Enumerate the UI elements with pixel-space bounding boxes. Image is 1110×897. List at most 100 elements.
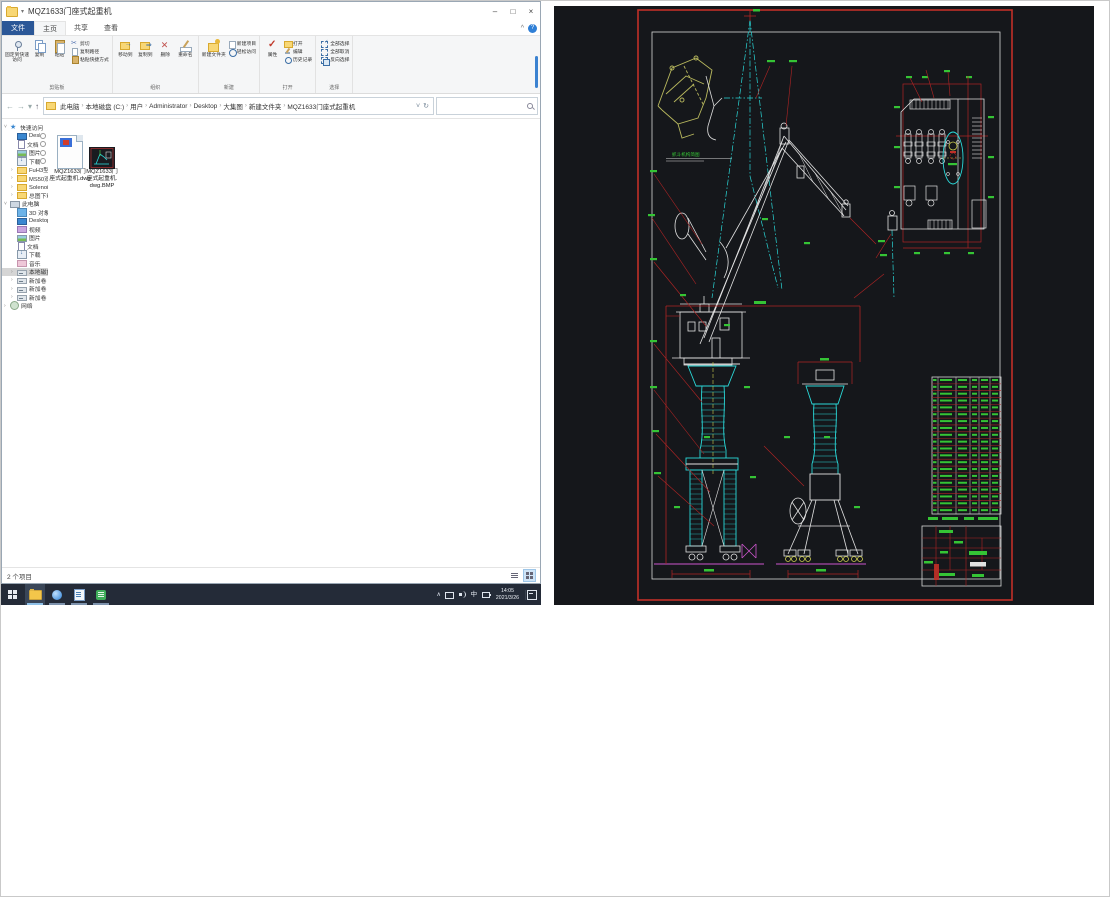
sidebar-item-总图下载[interactable]: ›总图下载	[2, 191, 48, 200]
breadcrumb-segment[interactable]: 大集图	[222, 101, 244, 111]
recent-dropdown-icon[interactable]: ▾	[28, 102, 32, 111]
ribbon-group-label: 剪贴板	[5, 83, 109, 93]
sidebar-item-文档[interactable]: ›文档	[2, 140, 48, 149]
address-dropdown-icon[interactable]: ˅	[416, 103, 420, 110]
3d-icon	[17, 208, 27, 217]
tab-主页[interactable]: 主页	[34, 21, 66, 35]
battery-tray-icon[interactable]	[482, 592, 490, 598]
ribbon-button-props[interactable]: 属性	[263, 38, 282, 58]
breadcrumb-segment[interactable]: Administrator	[148, 103, 188, 110]
display-tray-icon[interactable]	[445, 592, 454, 599]
sidebar-item-Solenoid Valve阀[interactable]: ›Solenoid Valve阀	[2, 183, 48, 192]
down-icon	[17, 157, 27, 166]
back-button[interactable]: ←	[6, 102, 14, 111]
ribbon-button-copy[interactable]: 复制	[30, 38, 49, 64]
sidebar-item-新加卷 (F:)[interactable]: ›新加卷 (F:)	[2, 293, 48, 302]
ribbon-button-selinv[interactable]: 反向选择	[321, 56, 349, 63]
sidebar-item-FuH3型轮式起重设计[interactable]: ›FuH3型轮式起重设计	[2, 166, 48, 175]
breadcrumb-segment[interactable]: 本地磁盘 (C:)	[85, 101, 126, 111]
volume-tray-icon[interactable]	[458, 591, 466, 598]
taskbar-app-file-explorer[interactable]	[25, 584, 45, 605]
ribbon-button-history[interactable]: 历史记录	[284, 56, 312, 63]
taskbar-app-browser[interactable]	[47, 584, 67, 605]
sidebar-item-文档[interactable]: ›文档	[2, 242, 48, 251]
ribbon-button-shortcut[interactable]: 粘贴快捷方式	[71, 56, 109, 63]
thumbnail-view-icon[interactable]	[523, 569, 536, 582]
breadcrumb[interactable]: 此电脑›本地磁盘 (C:)›用户›Administrator›Desktop›大…	[43, 97, 434, 115]
ribbon-button-rename[interactable]: 重命名	[176, 38, 195, 58]
ribbon-button-edit[interactable]: 编辑	[284, 48, 312, 55]
sidebar-item-3D 对象[interactable]: ›3D 对象	[2, 208, 48, 217]
sidebar-item-新加卷 (D:)[interactable]: ›新加卷 (D:)	[2, 276, 48, 285]
ribbon-button-path[interactable]: 复制路径	[71, 48, 109, 55]
action-center-button[interactable]	[525, 590, 538, 600]
file-MQZ1633门座式起重机.dwg.BMP[interactable]: MQZ1633门座式起重机.dwg.BMP	[86, 125, 118, 190]
ribbon-button-paste[interactable]: 粘贴	[50, 38, 69, 64]
ime-indicator[interactable]: 中	[470, 591, 478, 598]
sidebar-item-图片[interactable]: ›图片	[2, 234, 48, 243]
ribbon-button-cut[interactable]: 剪切	[71, 40, 109, 47]
ribbon-group-选择: 全部选择全部取消反向选择选择	[316, 36, 353, 93]
music-icon	[17, 260, 27, 267]
search-icon	[526, 102, 534, 110]
sidebar-item-下载[interactable]: ›下载	[2, 251, 48, 260]
ribbon-button-newitem[interactable]: 新建项目	[228, 40, 256, 47]
ribbon-button-pin[interactable]: 固定到快速访问	[5, 38, 29, 64]
tab-共享[interactable]: 共享	[66, 21, 96, 35]
up-button[interactable]: ↑	[35, 102, 39, 111]
sidebar-item-图片[interactable]: ›图片	[2, 149, 48, 158]
sidebar-section-快速访问[interactable]: ˅★快速访问	[2, 123, 48, 132]
breadcrumb-segment[interactable]: Desktop	[192, 103, 218, 110]
dwg-file-icon	[57, 135, 83, 169]
sidebar-item-MS50双梁式起重设计[interactable]: ›MS50双梁式起重设计	[2, 174, 48, 183]
minimize-button[interactable]: –	[486, 2, 504, 21]
tab-file[interactable]: 文件	[2, 21, 34, 35]
sidebar-item-Desktop[interactable]: ›Desktop	[2, 132, 48, 141]
sidebar-item-下载[interactable]: ›下载	[2, 157, 48, 166]
start-button[interactable]	[1, 584, 23, 605]
file-MQZ1633门座式起重机.dwg[interactable]: MQZ1633门座式起重机.dwg	[54, 125, 86, 183]
sidebar-section-网络[interactable]: ›网络	[2, 302, 48, 311]
ribbon-button-move[interactable]: 移动到	[116, 38, 135, 58]
tab-查看[interactable]: 查看	[96, 21, 126, 35]
breadcrumb-segment[interactable]: 此电脑	[59, 101, 81, 111]
maximize-button[interactable]: □	[504, 2, 522, 21]
sidebar-item-音乐[interactable]: ›音乐	[2, 259, 48, 268]
search-box[interactable]	[436, 97, 538, 115]
action-center-icon	[527, 590, 537, 600]
taskbar-app-notes-app[interactable]	[91, 584, 111, 605]
search-input[interactable]	[437, 103, 526, 109]
ribbon-button-open[interactable]: 打开	[284, 40, 312, 47]
ribbon-button-selnone[interactable]: 全部取消	[321, 48, 349, 55]
sidebar-section-此电脑[interactable]: ˅此电脑	[2, 200, 48, 209]
qat-customize-icon[interactable]: ▾	[21, 8, 24, 15]
forward-button[interactable]: →	[17, 102, 25, 111]
sidebar-item-新加卷 (E:)[interactable]: ›新加卷 (E:)	[2, 285, 48, 294]
quick-access-toolbar[interactable]: ▾	[21, 8, 24, 15]
pc-icon	[10, 201, 20, 208]
ribbon-collapse-icon[interactable]: ^	[521, 25, 524, 32]
close-button[interactable]: ×	[522, 2, 540, 21]
taskbar-app-doc-app[interactable]	[69, 584, 89, 605]
breadcrumb-segment[interactable]: 新建文件夹	[248, 101, 283, 111]
ribbon-scroll-indicator[interactable]	[535, 56, 538, 88]
ribbon-button-selall[interactable]: 全部选择	[321, 40, 349, 47]
details-view-icon[interactable]	[508, 569, 521, 582]
refresh-icon[interactable]: ↻	[423, 102, 429, 110]
bowtie-marker	[742, 544, 756, 558]
ribbon-button-copyto[interactable]: 复制到	[136, 38, 155, 58]
sidebar-item-本地磁盘 (C:)[interactable]: ›本地磁盘 (C:)	[2, 268, 48, 277]
hidden-icons-chevron[interactable]: ∧	[437, 591, 441, 598]
ribbon-button-access[interactable]: 轻松访问	[228, 48, 256, 55]
sidebar-item-视频[interactable]: ›视频	[2, 225, 48, 234]
pin-icon	[40, 158, 46, 164]
bmp-thumbnail	[89, 147, 115, 169]
taskbar-clock[interactable]: 14:05 2021/3/26	[494, 588, 521, 601]
ribbon-button-delete[interactable]: 删除	[156, 38, 175, 58]
breadcrumb-segment[interactable]: MQZ1633门座式起重机	[286, 101, 356, 111]
breadcrumb-segment[interactable]: 用户	[129, 101, 144, 111]
help-icon[interactable]: ?	[528, 24, 537, 33]
sidebar-item-Desktop[interactable]: ›Desktop	[2, 217, 48, 226]
selnone-icon	[321, 48, 328, 55]
ribbon-button-newfolder[interactable]: 新建文件夹	[202, 38, 226, 58]
